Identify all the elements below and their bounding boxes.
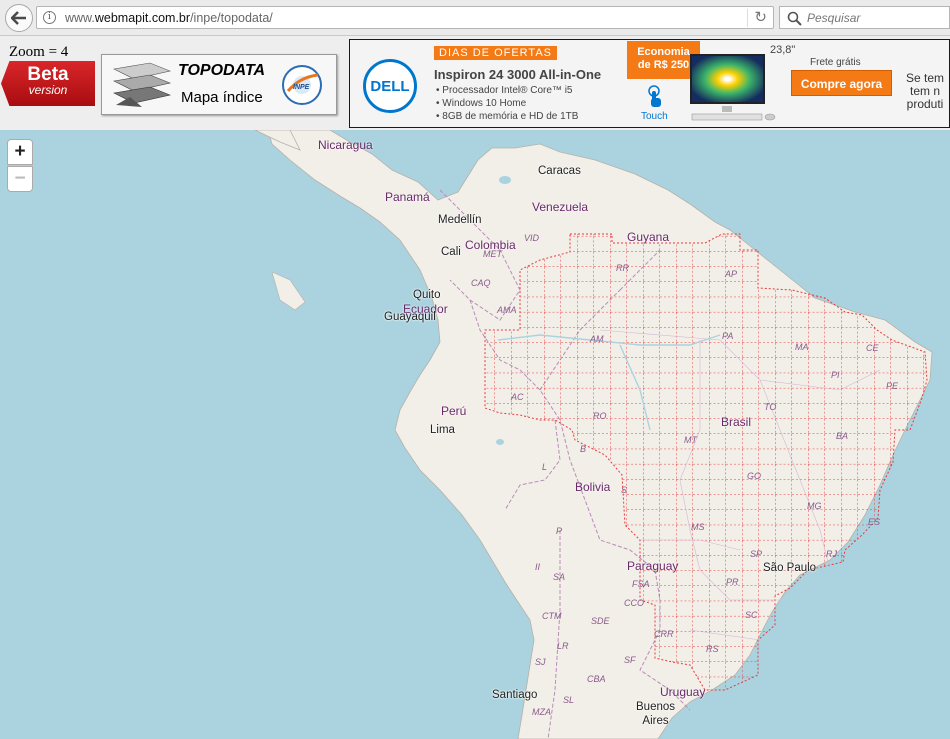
state-label: FSA xyxy=(632,579,650,589)
state-label: AM xyxy=(590,334,604,344)
keyboard-icon xyxy=(691,106,776,121)
country-label: Uruguay xyxy=(660,685,706,699)
product-title[interactable]: Inspiron 24 3000 All-in-One xyxy=(434,67,601,82)
zoom-out-button[interactable]: − xyxy=(7,166,33,192)
logo-subtitle: Mapa índice xyxy=(181,89,263,106)
shipping-label: Frete grátis xyxy=(810,57,861,68)
inpe-logo-text: INPE xyxy=(293,84,310,91)
state-label: CTM xyxy=(542,611,562,621)
state-label: MET xyxy=(483,249,502,259)
spec-os: • Windows 10 Home xyxy=(436,98,527,109)
inpe-logo-icon: INPE xyxy=(282,65,322,105)
state-label: II xyxy=(535,562,541,572)
terrain-layers-icon xyxy=(113,62,172,107)
monitor-image xyxy=(690,54,765,104)
country-label: Guyana xyxy=(627,230,670,244)
state-label: RR xyxy=(616,263,629,273)
buy-now-button[interactable]: Compre agora xyxy=(791,70,892,96)
state-label: P xyxy=(556,526,563,536)
touch-label: Touch xyxy=(641,111,668,122)
advertisement-banner[interactable]: DELL DIAS DE OFERTAS Inspiron 24 3000 Al… xyxy=(349,39,950,128)
state-label: AMA xyxy=(497,305,517,315)
state-label: MS xyxy=(691,522,705,532)
city-label: Caracas xyxy=(538,165,581,177)
state-label: RJ xyxy=(826,549,837,559)
state-label: MZA xyxy=(532,707,551,717)
country-label: Brasil xyxy=(721,415,752,429)
state-label: SA xyxy=(553,572,566,582)
city-label: Santiago xyxy=(492,689,538,701)
state-label: AC xyxy=(511,392,524,402)
zoom-in-button[interactable]: + xyxy=(7,139,33,165)
state-label: CRR xyxy=(654,629,674,639)
state-label: CE xyxy=(866,343,879,353)
beta-subtitle: version xyxy=(28,83,68,97)
back-button[interactable] xyxy=(5,4,33,32)
state-label: SL xyxy=(563,695,575,705)
country-label: Nicaragua xyxy=(318,138,373,152)
offer-badge: DIAS DE OFERTAS xyxy=(434,46,558,60)
state-label: SJ xyxy=(535,657,546,667)
dell-logo[interactable]: DELL xyxy=(363,59,417,113)
url-text: www.webmapit.com.br/inpe/topodata/ xyxy=(65,11,273,25)
state-label: PE xyxy=(886,381,899,391)
state-label: AP xyxy=(725,269,738,279)
state-label: BA xyxy=(836,431,849,441)
screen-size: 23,8" xyxy=(770,44,796,56)
country-label: Paraguay xyxy=(627,559,679,573)
back-arrow-icon xyxy=(11,11,26,25)
state-label: RS xyxy=(706,644,719,654)
state-label: VID xyxy=(524,233,540,243)
spec-memory: • 8GB de memória e HD de 1TB xyxy=(436,111,579,122)
state-label: TO xyxy=(764,402,777,412)
city-label: Medellín xyxy=(438,214,482,226)
address-bar[interactable]: i www.webmapit.com.br/inpe/topodata/ ↻ xyxy=(36,6,774,29)
state-label: S xyxy=(621,485,628,495)
city-label: Quito xyxy=(413,289,441,301)
city-label: Lima xyxy=(430,424,455,436)
topodata-logo[interactable]: TOPODATA Mapa índice INPE xyxy=(101,54,337,115)
state-label: CCO xyxy=(624,598,644,608)
state-label: PI xyxy=(831,370,840,380)
state-label: SF xyxy=(624,655,636,665)
search-icon xyxy=(787,11,802,26)
city-label: Guayaquil xyxy=(384,311,436,323)
state-label: CBA xyxy=(587,674,606,684)
touch-hand-icon xyxy=(648,85,661,107)
state-label: SP xyxy=(750,549,763,559)
state-label: ES xyxy=(868,517,881,527)
state-label: CAQ xyxy=(471,278,491,288)
state-label: LR xyxy=(557,641,569,651)
city-label: São Paulo xyxy=(763,562,817,574)
info-icon[interactable]: i xyxy=(43,11,56,24)
state-label: SDE xyxy=(591,616,610,626)
country-label: Perú xyxy=(441,404,467,418)
state-label: RO xyxy=(593,411,607,421)
logo-title: TOPODATA xyxy=(178,62,266,79)
zoom-level-label: Zoom = 4 xyxy=(9,44,69,60)
search-box[interactable]: Pesquisar xyxy=(779,6,950,29)
state-label: SC xyxy=(745,610,758,620)
reload-icon[interactable]: ↻ xyxy=(747,9,767,27)
economy-text: Economia de R$ 250 xyxy=(637,46,690,71)
search-input[interactable]: Pesquisar xyxy=(807,11,860,25)
browser-toolbar: i www.webmapit.com.br/inpe/topodata/ ↻ P… xyxy=(0,0,950,36)
city-label: Cali xyxy=(441,246,461,258)
spec-processor: • Processador Intel® Core™ i5 xyxy=(436,85,573,96)
state-label: B xyxy=(580,444,587,454)
state-label: GO xyxy=(747,471,762,481)
map-view[interactable]: + − Nicaragua Panamá Venezuela Colombia … xyxy=(0,130,950,739)
country-label: Panamá xyxy=(385,190,430,204)
state-label: MG xyxy=(807,501,822,511)
beta-badge: Beta version xyxy=(1,61,95,106)
promo-text: Se tem tem n produti xyxy=(906,71,945,111)
state-label: PA xyxy=(722,331,734,341)
state-label: MT xyxy=(684,435,697,445)
state-label: MA xyxy=(795,342,809,352)
state-label: PR xyxy=(726,577,739,587)
state-label: L xyxy=(542,462,548,472)
country-label: Venezuela xyxy=(532,200,589,214)
city-label: Buenos Aires xyxy=(636,701,676,727)
country-label: Bolivia xyxy=(575,480,611,494)
